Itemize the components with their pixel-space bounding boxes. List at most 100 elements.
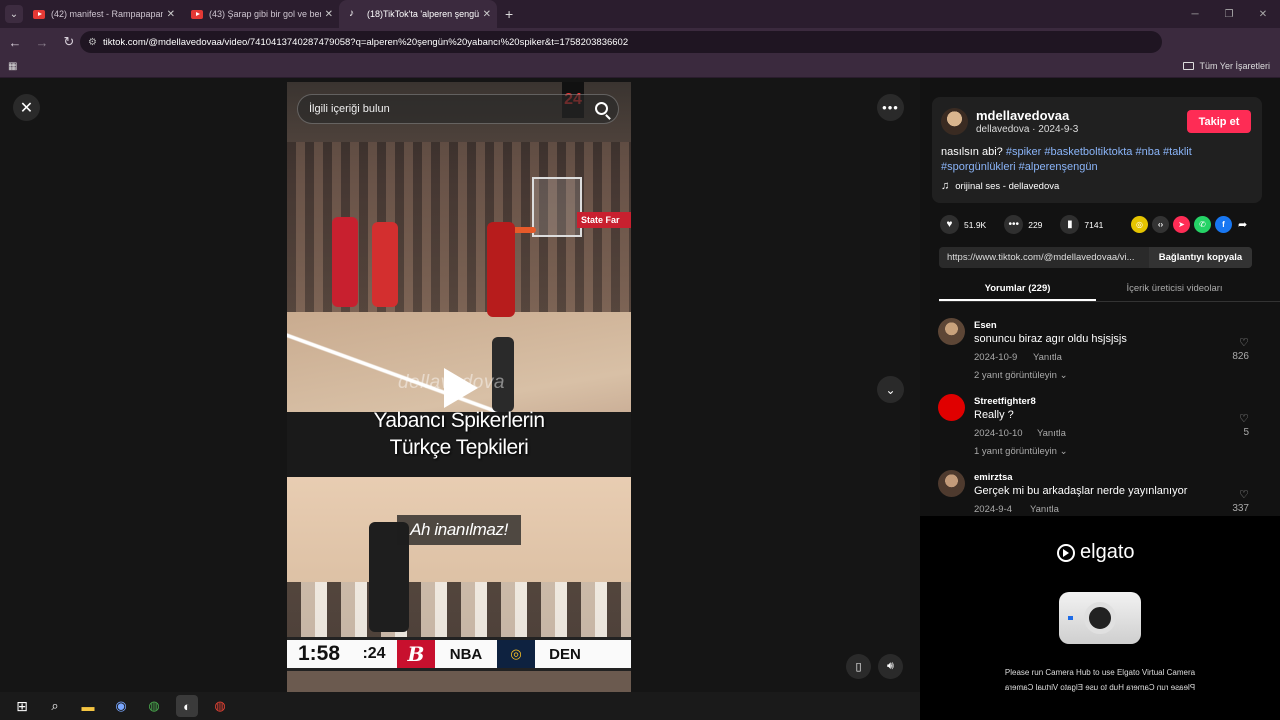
heart-outline-icon[interactable]: ♡: [1239, 336, 1249, 349]
separator: ·: [1029, 124, 1039, 135]
app-icon[interactable]: ◉: [110, 695, 132, 717]
back-button[interactable]: ←: [3, 30, 27, 54]
restore-button[interactable]: ❐: [1212, 0, 1246, 28]
action-bar: ♥ 51.9K ••• 229 ▮ 7141: [940, 215, 1121, 234]
hashtag[interactable]: #basketboltiktokta: [1044, 146, 1132, 158]
author-avatar[interactable]: [941, 108, 968, 135]
forward-button[interactable]: →: [30, 30, 54, 54]
minimize-button[interactable]: ─: [1178, 0, 1212, 28]
apps-grid-icon[interactable]: ▦: [8, 61, 17, 72]
browser-tab-3[interactable]: ♪ (18)TikTok'ta 'alperen şengün y ✕: [339, 0, 497, 28]
search-icon[interactable]: [595, 102, 608, 115]
related-search-input[interactable]: İlgili içeriği bulun: [297, 94, 619, 124]
copy-link-button[interactable]: Bağlantıyı kopyala: [1149, 247, 1252, 268]
author-username[interactable]: mdellavedovaa: [976, 108, 1069, 123]
tab-comments[interactable]: Yorumlar (229): [939, 278, 1096, 301]
comment-avatar[interactable]: [938, 318, 965, 345]
close-tab-icon[interactable]: ✕: [167, 9, 175, 20]
heart-outline-icon[interactable]: ♡: [1239, 412, 1249, 425]
tab-strip: ⌄ (42) manifest - Rampapapam (/ ✕ (43) Ş…: [0, 0, 1280, 28]
floating-player-button[interactable]: ▯: [846, 654, 871, 679]
folder-icon: [1183, 62, 1195, 70]
comment-like-count: 826: [1232, 351, 1249, 362]
windows-start-icon[interactable]: ⊞: [11, 695, 33, 717]
elgato-logo-icon: [1057, 543, 1075, 562]
next-video-button[interactable]: ⌄: [877, 376, 904, 403]
send-icon[interactable]: ➤: [1173, 216, 1190, 233]
search-icon[interactable]: ⌕: [44, 695, 66, 717]
reply-button[interactable]: Yanıtla: [1033, 352, 1062, 363]
youtube-icon: [33, 9, 45, 19]
view-replies-label: 2 yanıt görüntüleyin: [974, 370, 1057, 381]
tab-title: (18)TikTok'ta 'alperen şengün y: [367, 9, 479, 19]
bookmark-icon[interactable]: ▮: [1060, 215, 1080, 234]
embed-icon[interactable]: ‹›: [1152, 216, 1169, 233]
facebook-icon[interactable]: f: [1215, 216, 1232, 233]
comment-item: Streetfighter8 Really ? 2024-10-10 Yanıt…: [938, 394, 1268, 464]
hashtag[interactable]: #nba: [1135, 146, 1159, 158]
site-info-icon[interactable]: ⚙: [88, 37, 97, 48]
chrome-profile-icon[interactable]: ◍: [209, 695, 231, 717]
file-explorer-icon[interactable]: ▬: [77, 695, 99, 717]
player-figure: [487, 222, 515, 317]
reload-button[interactable]: ↻: [57, 30, 81, 54]
youtube-icon: [191, 9, 203, 19]
hashtag[interactable]: #taklit: [1163, 146, 1192, 158]
hashtag[interactable]: #alperenşengün: [1019, 161, 1098, 173]
video-subtitle: Ah inanılmaz!: [397, 515, 521, 545]
close-tab-icon[interactable]: ✕: [483, 9, 491, 20]
new-tab-button[interactable]: +: [505, 6, 513, 22]
follow-button[interactable]: Takip et: [1187, 110, 1251, 133]
coin-icon[interactable]: ◎: [1131, 216, 1148, 233]
all-bookmarks-button[interactable]: Tüm Yer İşaretleri: [1183, 61, 1270, 71]
comment-count: 229: [1028, 219, 1043, 230]
view-replies-button[interactable]: 1 yanıt görüntüleyin ⌄: [974, 446, 1068, 457]
music-note-icon: ♫: [941, 180, 950, 192]
share-url: https://www.tiktok.com/@mdellavedovaa/vi…: [947, 252, 1135, 263]
caption-line-2: Türkçe Tepkileri: [389, 436, 529, 460]
chrome-icon[interactable]: ◍: [143, 695, 165, 717]
team2-logo: ◎: [497, 640, 535, 668]
elgato-message: Please run Camera Hub to use Elgato Virt…: [1004, 668, 1196, 677]
reply-button[interactable]: Yanıtla: [1037, 428, 1066, 439]
close-tab-icon[interactable]: ✕: [325, 9, 333, 20]
view-replies-button[interactable]: 2 yanıt görüntüleyin ⌄: [974, 370, 1068, 381]
heart-outline-icon[interactable]: ♡: [1239, 488, 1249, 501]
close-window-button[interactable]: ✕: [1246, 0, 1280, 28]
comment-text: Really ?: [974, 409, 1014, 421]
hashtag[interactable]: #sporgünlükleri: [941, 161, 1016, 173]
player-figure: [332, 217, 358, 307]
tab-search-button[interactable]: ⌄: [5, 5, 23, 23]
more-options-button[interactable]: •••: [877, 94, 904, 121]
browser-tab-1[interactable]: (42) manifest - Rampapapam (/ ✕: [23, 0, 181, 28]
comment-avatar[interactable]: [938, 470, 965, 497]
comment-date: 2024-10-10: [974, 428, 1023, 439]
obs-icon[interactable]: ◐: [176, 695, 198, 717]
close-video-button[interactable]: ✕: [13, 94, 40, 121]
comment-username[interactable]: emirztsa: [974, 472, 1013, 483]
comment-avatar[interactable]: [938, 394, 965, 421]
reply-button[interactable]: Yanıtla: [1030, 504, 1059, 515]
whatsapp-icon[interactable]: ✆: [1194, 216, 1211, 233]
comment-item: emirztsa Gerçek mi bu arkadaşlar nerde y…: [938, 470, 1268, 516]
music-title: orijinal ses - dellavedova: [955, 180, 1060, 192]
address-bar[interactable]: ⚙ tiktok.com/@mdellavedovaa/video/741041…: [80, 31, 1162, 53]
toolbar: ← → ↻ ⚙ tiktok.com/@mdellavedovaa/video/…: [0, 28, 1280, 75]
comment-username[interactable]: Streetfighter8: [974, 396, 1036, 407]
caption-line-1: Yabancı Spikerlerin: [373, 409, 545, 432]
music-link[interactable]: ♫ orijinal ses - dellavedova: [941, 180, 1059, 192]
hashtag[interactable]: #spiker: [1006, 146, 1041, 158]
play-icon[interactable]: [444, 368, 478, 408]
comment-date: 2024-9-4: [974, 504, 1013, 515]
comment-username[interactable]: Esen: [974, 320, 997, 331]
volume-button[interactable]: 🔊︎: [878, 654, 903, 679]
comment-like-count: 337: [1232, 503, 1249, 514]
heart-icon[interactable]: ♥: [940, 215, 959, 234]
comment-icon[interactable]: •••: [1004, 215, 1024, 234]
browser-tab-2[interactable]: (43) Şarap gibi bir gol ve ben bu ✕: [181, 0, 339, 28]
sponsor-board: State Far: [577, 212, 631, 228]
share-icon[interactable]: ➦: [1238, 218, 1247, 231]
post-date: 2024-9-3: [1038, 124, 1079, 135]
tab-creator-videos[interactable]: İçerik üreticisi videoları: [1096, 278, 1253, 301]
player-figure: [372, 222, 398, 307]
